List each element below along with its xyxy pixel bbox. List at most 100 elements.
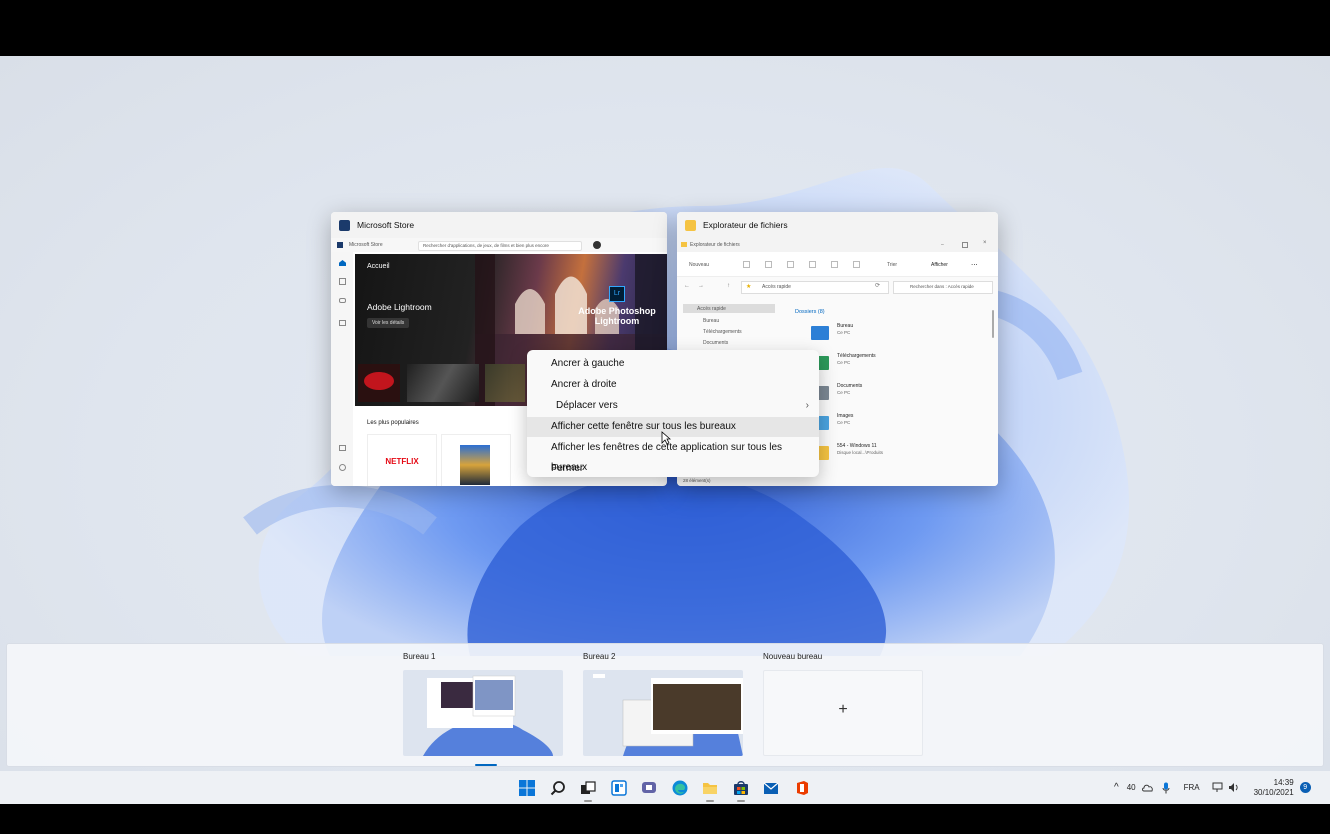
context-menu-item-label: Fermer bbox=[551, 463, 584, 474]
clock[interactable]: 14:39 30/10/2021 bbox=[1254, 778, 1294, 798]
home-icon[interactable] bbox=[339, 260, 346, 266]
notification-badge[interactable]: 9 bbox=[1299, 782, 1311, 793]
active-desktop-indicator bbox=[475, 764, 497, 766]
folder-icon bbox=[685, 219, 696, 231]
maximize-button[interactable] bbox=[962, 242, 968, 248]
network-icon[interactable] bbox=[1212, 782, 1224, 793]
folder-item[interactable]: Documents Ce PC bbox=[811, 382, 981, 408]
file-explorer-icon[interactable] bbox=[702, 780, 718, 796]
chevron-right-icon: › bbox=[805, 400, 809, 411]
explorer-window-titlebar[interactable]: Explorateur de fichiers bbox=[677, 212, 998, 238]
folder-item[interactable]: Images Ce PC bbox=[811, 412, 981, 438]
star-icon: ★ bbox=[746, 284, 752, 290]
share-icon[interactable] bbox=[831, 261, 838, 268]
sort-button[interactable]: Trier bbox=[887, 262, 897, 268]
address-bar[interactable]: ★ Accès rapide bbox=[741, 281, 889, 294]
view-button[interactable]: Afficher bbox=[931, 262, 948, 268]
explorer-search-input[interactable]: Rechercher dans : Accès rapide bbox=[893, 281, 993, 294]
taskbar: ^ 40 FRA 14:39 30/10/2021 9 bbox=[0, 771, 1330, 804]
onedrive-cloud-icon[interactable] bbox=[1141, 784, 1154, 792]
cut-icon[interactable] bbox=[743, 261, 750, 268]
copy-icon[interactable] bbox=[765, 261, 772, 268]
delete-icon[interactable] bbox=[853, 261, 860, 268]
explorer-window-title: Explorateur de fichiers bbox=[703, 220, 788, 230]
more-button[interactable]: ... bbox=[971, 258, 978, 267]
new-desktop[interactable]: Nouveau bureau + bbox=[757, 652, 925, 756]
nav-item-desktop[interactable]: Bureau bbox=[683, 316, 775, 325]
scrollbar[interactable] bbox=[992, 310, 994, 338]
folder-item[interactable]: Téléchargements Ce PC bbox=[811, 352, 981, 378]
nav-item-documents[interactable]: Documents bbox=[683, 338, 775, 347]
language-indicator[interactable]: FRA bbox=[1184, 783, 1200, 792]
minimize-button[interactable]: – bbox=[941, 242, 944, 248]
store-window-titlebar[interactable]: Microsoft Store bbox=[331, 212, 667, 238]
forza-art bbox=[460, 445, 490, 485]
folders-section-header[interactable]: Dossiers (8) bbox=[795, 309, 825, 315]
close-button[interactable]: × bbox=[983, 240, 987, 246]
library-icon[interactable] bbox=[339, 445, 346, 451]
store-running-indicator bbox=[737, 800, 745, 802]
office-icon[interactable] bbox=[794, 780, 810, 796]
hero-details-link[interactable]: Voir les détails bbox=[367, 318, 410, 328]
nav-item-quick-access[interactable]: Accès rapide bbox=[683, 304, 775, 313]
folder-name: Bureau bbox=[837, 323, 854, 329]
new-desktop-button[interactable]: + bbox=[763, 670, 923, 756]
rename-icon[interactable] bbox=[809, 261, 816, 268]
apps-icon[interactable] bbox=[339, 278, 346, 285]
forza-tile[interactable] bbox=[441, 434, 511, 486]
avatar[interactable] bbox=[593, 241, 601, 249]
microphone-icon[interactable] bbox=[1162, 782, 1170, 794]
nav-label: Accès rapide bbox=[697, 306, 726, 312]
store-window-title: Microsoft Store bbox=[357, 220, 415, 230]
help-icon[interactable] bbox=[339, 464, 346, 471]
widgets-icon[interactable] bbox=[611, 780, 627, 796]
folder-name: 554 - Windows 11 bbox=[837, 443, 877, 449]
desktop-1-thumbnail[interactable] bbox=[403, 670, 563, 756]
context-menu-item[interactable]: Afficher cette fenêtre sur tous les bure… bbox=[527, 417, 819, 437]
context-menu-item[interactable]: Afficher les fenêtres de cette applicati… bbox=[527, 438, 819, 473]
hero-nav-label: Accueil bbox=[367, 263, 390, 270]
folder-name: Téléchargements bbox=[837, 353, 876, 359]
desktop-2-thumbnail[interactable] bbox=[583, 670, 743, 756]
carousel-item[interactable] bbox=[407, 364, 479, 402]
weather-temperature[interactable]: 40 bbox=[1127, 783, 1136, 792]
windows-start-icon[interactable] bbox=[519, 780, 535, 796]
carousel-item[interactable] bbox=[358, 364, 400, 402]
netflix-tile[interactable]: NETFLIX bbox=[367, 434, 437, 486]
store-app-icon bbox=[337, 242, 343, 248]
new-button[interactable]: Nouveau bbox=[689, 262, 709, 268]
folder-item[interactable]: 554 - Windows 11 Disque local...\Produits bbox=[811, 442, 981, 468]
context-menu-item[interactable]: Ancrer à droite bbox=[527, 375, 819, 395]
desktop-1[interactable]: Bureau 1 bbox=[397, 652, 565, 766]
refresh-icon[interactable]: ⟳ bbox=[875, 282, 880, 289]
volume-icon[interactable] bbox=[1228, 782, 1240, 793]
games-icon[interactable] bbox=[339, 298, 346, 303]
nav-label: Bureau bbox=[703, 318, 720, 324]
context-menu-item-label: Ancrer à gauche bbox=[551, 358, 625, 369]
folder-item[interactable]: Bureau Ce PC bbox=[811, 322, 981, 348]
context-menu-item[interactable]: Ancrer à gauche bbox=[527, 354, 819, 374]
mail-icon[interactable] bbox=[763, 780, 779, 796]
desktop-screen: Microsoft Store Microsoft Store Recherch… bbox=[0, 56, 1330, 804]
desktop-2[interactable]: Bureau 2 bbox=[577, 652, 745, 756]
context-menu-item[interactable]: Déplacer vers › bbox=[527, 396, 819, 416]
netflix-logo: NETFLIX bbox=[385, 457, 419, 466]
edge-icon[interactable] bbox=[672, 780, 688, 796]
chevron-up-icon[interactable]: ^ bbox=[1114, 782, 1119, 793]
task-view-icon[interactable] bbox=[580, 780, 596, 796]
movies-icon[interactable] bbox=[339, 320, 346, 326]
back-icon[interactable]: ← bbox=[684, 283, 690, 289]
search-icon[interactable] bbox=[550, 780, 566, 796]
context-menu-item[interactable]: Fermer bbox=[527, 459, 819, 479]
carousel-item[interactable] bbox=[485, 364, 525, 402]
nav-item-downloads[interactable]: Téléchargements bbox=[683, 327, 775, 336]
desktop-1-preview bbox=[423, 675, 553, 756]
paste-icon[interactable] bbox=[787, 261, 794, 268]
up-icon[interactable]: ↑ bbox=[727, 283, 730, 289]
teams-chat-icon[interactable] bbox=[641, 780, 657, 796]
microsoft-store-icon bbox=[339, 219, 350, 231]
microsoft-store-icon[interactable] bbox=[733, 780, 749, 796]
context-menu-item-label: Déplacer vers bbox=[556, 400, 618, 411]
store-search-input[interactable]: Rechercher d'applications, de jeux, de f… bbox=[418, 241, 582, 251]
forward-icon[interactable]: → bbox=[698, 283, 704, 289]
